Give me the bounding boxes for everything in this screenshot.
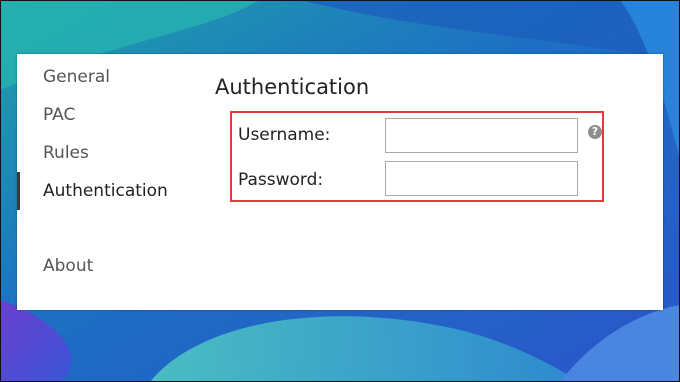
settings-window: General PAC Rules Authentication About A… xyxy=(17,54,663,310)
sidebar-item-about[interactable]: About xyxy=(43,256,93,276)
active-indicator xyxy=(17,172,20,210)
page-title: Authentication xyxy=(215,75,370,99)
username-field[interactable] xyxy=(385,118,578,153)
sidebar-item-general[interactable]: General xyxy=(43,67,110,87)
sidebar-item-authentication[interactable]: Authentication xyxy=(43,181,168,201)
password-field[interactable] xyxy=(385,161,578,196)
username-label: Username: xyxy=(238,125,331,145)
password-label: Password: xyxy=(238,170,324,190)
settings-sidebar: General PAC Rules Authentication About xyxy=(17,54,202,310)
sidebar-item-pac[interactable]: PAC xyxy=(43,105,75,125)
help-icon[interactable]: ? xyxy=(588,125,602,139)
sidebar-item-rules[interactable]: Rules xyxy=(43,143,89,163)
